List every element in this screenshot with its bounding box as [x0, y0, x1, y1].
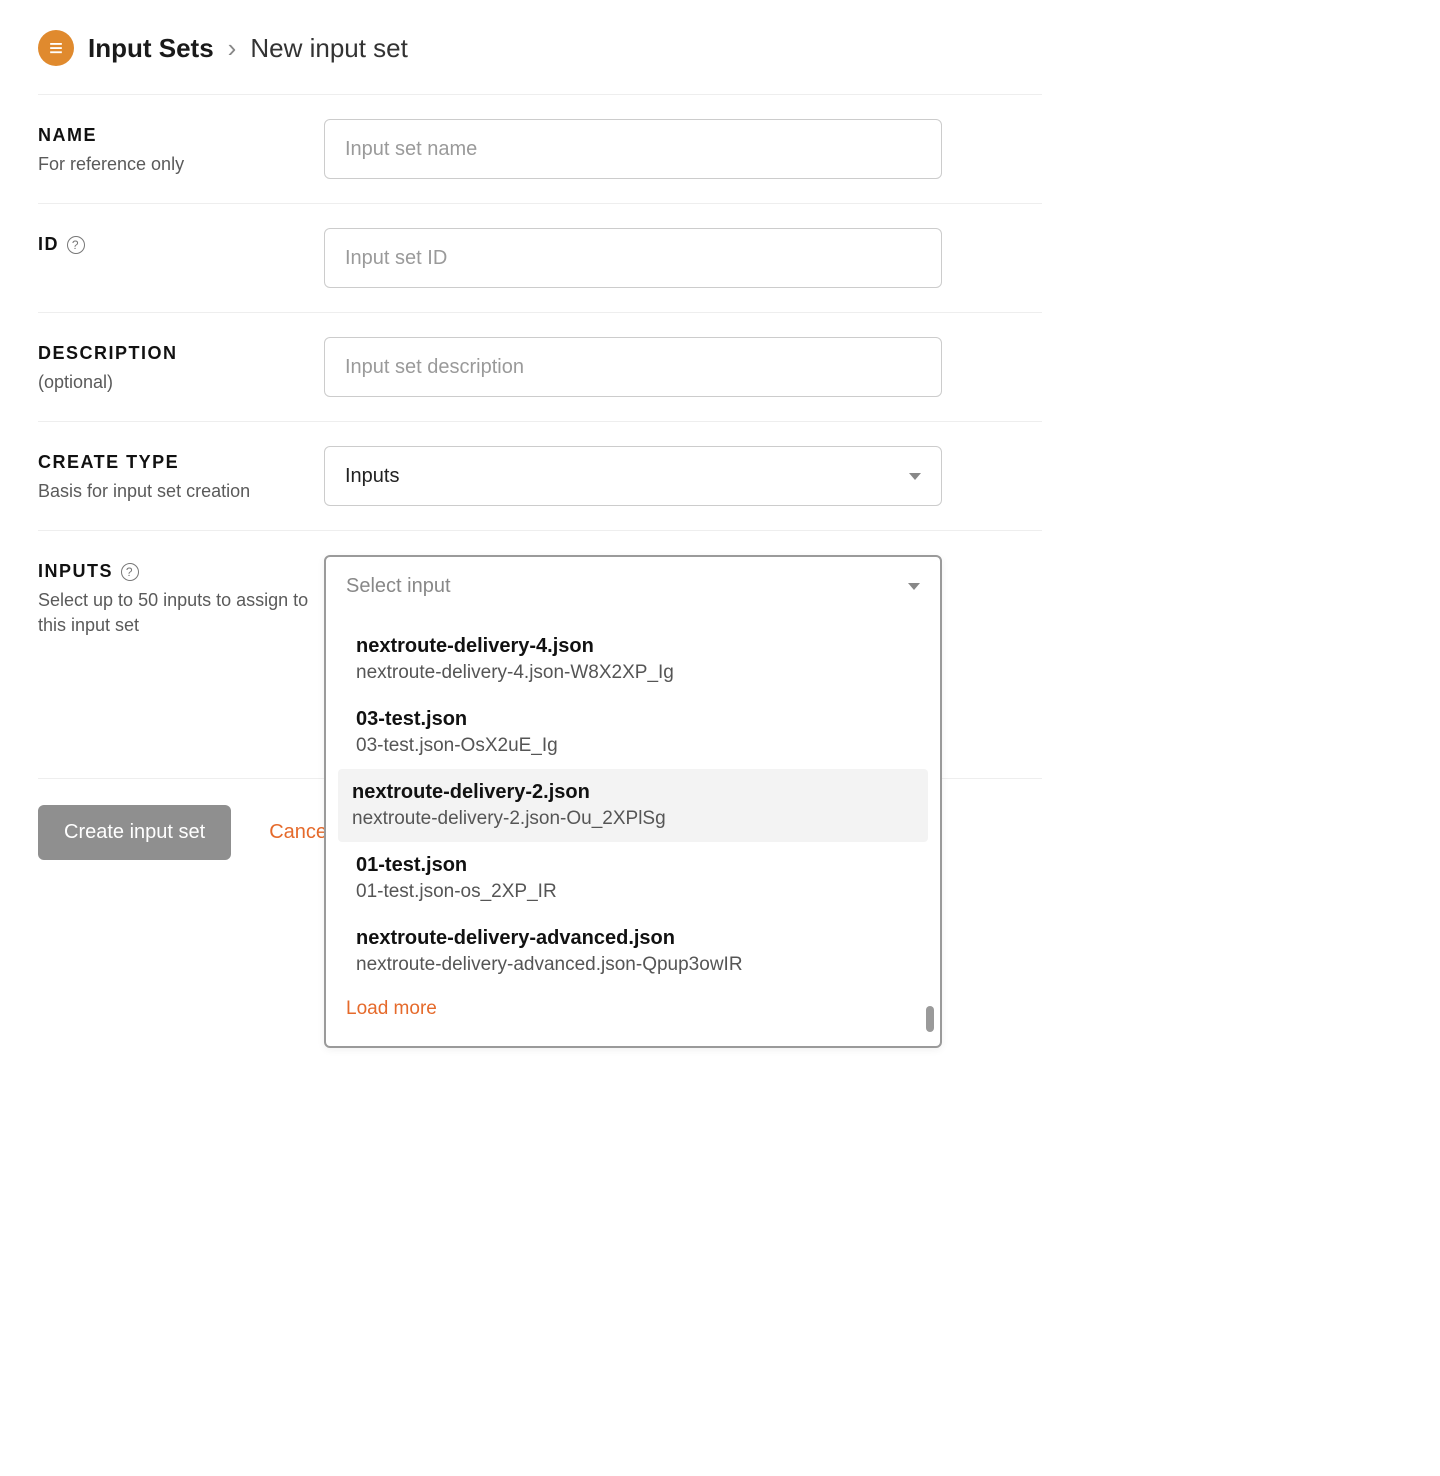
- load-more-link[interactable]: Load more: [326, 988, 940, 1034]
- label-inputs: INPUTS ?: [38, 561, 324, 582]
- option-subtitle: nextroute-delivery-2.json-Ou_2XPlSg: [352, 808, 908, 830]
- chevron-right-icon: ›: [228, 33, 237, 64]
- inputs-option[interactable]: nextroute-delivery-advanced.json nextrout…: [336, 915, 930, 988]
- breadcrumb: Input Sets › New input set: [88, 33, 408, 64]
- option-subtitle: 03-test.json-OsX2uE_Ig: [356, 735, 910, 757]
- row-inputs: INPUTS ? Select up to 50 inputs to assig…: [38, 531, 1042, 779]
- option-title: 03-test.json: [356, 708, 910, 731]
- inputs-dropdown[interactable]: Select input nextroute-delivery-4.jsonne…: [324, 555, 942, 1048]
- breadcrumb-root[interactable]: Input Sets: [88, 33, 214, 64]
- row-id: ID ?: [38, 204, 1042, 313]
- help-description: (optional): [38, 370, 324, 395]
- create-type-select[interactable]: Inputs: [324, 446, 942, 506]
- label-name: NAME: [38, 125, 324, 146]
- id-input[interactable]: [324, 228, 942, 288]
- row-name: NAME For reference only: [38, 95, 1042, 204]
- label-description: DESCRIPTION: [38, 343, 324, 364]
- option-subtitle: nextroute-delivery-4.json-W8X2XP_Ig: [356, 662, 910, 684]
- help-name: For reference only: [38, 152, 324, 177]
- inputs-placeholder: Select input: [346, 575, 451, 598]
- label-create-type: CREATE TYPE: [38, 452, 324, 473]
- chevron-down-icon: [909, 473, 921, 480]
- create-type-value: Inputs: [345, 465, 399, 488]
- chevron-down-icon: [908, 583, 920, 590]
- inputs-option[interactable]: nextroute-delivery-2.json nextroute-deliv…: [338, 769, 928, 842]
- help-create-type: Basis for input set creation: [38, 479, 324, 504]
- option-subtitle: 01-test.json-os_2XP_IR: [356, 881, 910, 903]
- help-icon[interactable]: ?: [121, 563, 139, 581]
- inputs-option[interactable]: 03-test.json 03-test.json-OsX2uE_Ig: [336, 696, 930, 769]
- cancel-link[interactable]: Cancel: [269, 821, 331, 844]
- option-title: 01-test.json: [356, 854, 910, 877]
- description-input[interactable]: [324, 337, 942, 397]
- name-input[interactable]: [324, 119, 942, 179]
- help-icon[interactable]: ?: [67, 236, 85, 254]
- inputs-select-header[interactable]: Select input: [326, 557, 940, 615]
- help-inputs: Select up to 50 inputs to assign to this…: [38, 588, 324, 638]
- page-header: Input Sets › New input set: [38, 30, 1042, 95]
- create-button[interactable]: Create input set: [38, 805, 231, 860]
- option-title: nextroute-delivery-4.json: [356, 635, 910, 658]
- label-id: ID ?: [38, 234, 324, 255]
- option-title: nextroute-delivery-2.json: [352, 781, 908, 804]
- row-create-type: CREATE TYPE Basis for input set creation…: [38, 422, 1042, 531]
- scrollbar-thumb[interactable]: [926, 1006, 934, 1032]
- input-sets-icon: [38, 30, 74, 66]
- inputs-option[interactable]: 01-test.json 01-test.json-os_2XP_IR: [336, 842, 930, 915]
- row-description: DESCRIPTION (optional): [38, 313, 1042, 422]
- inputs-options-list: nextroute-delivery-4.json nextroute-deliv…: [326, 615, 940, 1046]
- option-subtitle: nextroute-delivery-advanced.json-Qpup3ow…: [356, 954, 910, 976]
- breadcrumb-current: New input set: [250, 33, 408, 64]
- inputs-option[interactable]: nextroute-delivery-4.json nextroute-deliv…: [336, 623, 930, 696]
- option-title: nextroute-delivery-advanced.json: [356, 927, 910, 950]
